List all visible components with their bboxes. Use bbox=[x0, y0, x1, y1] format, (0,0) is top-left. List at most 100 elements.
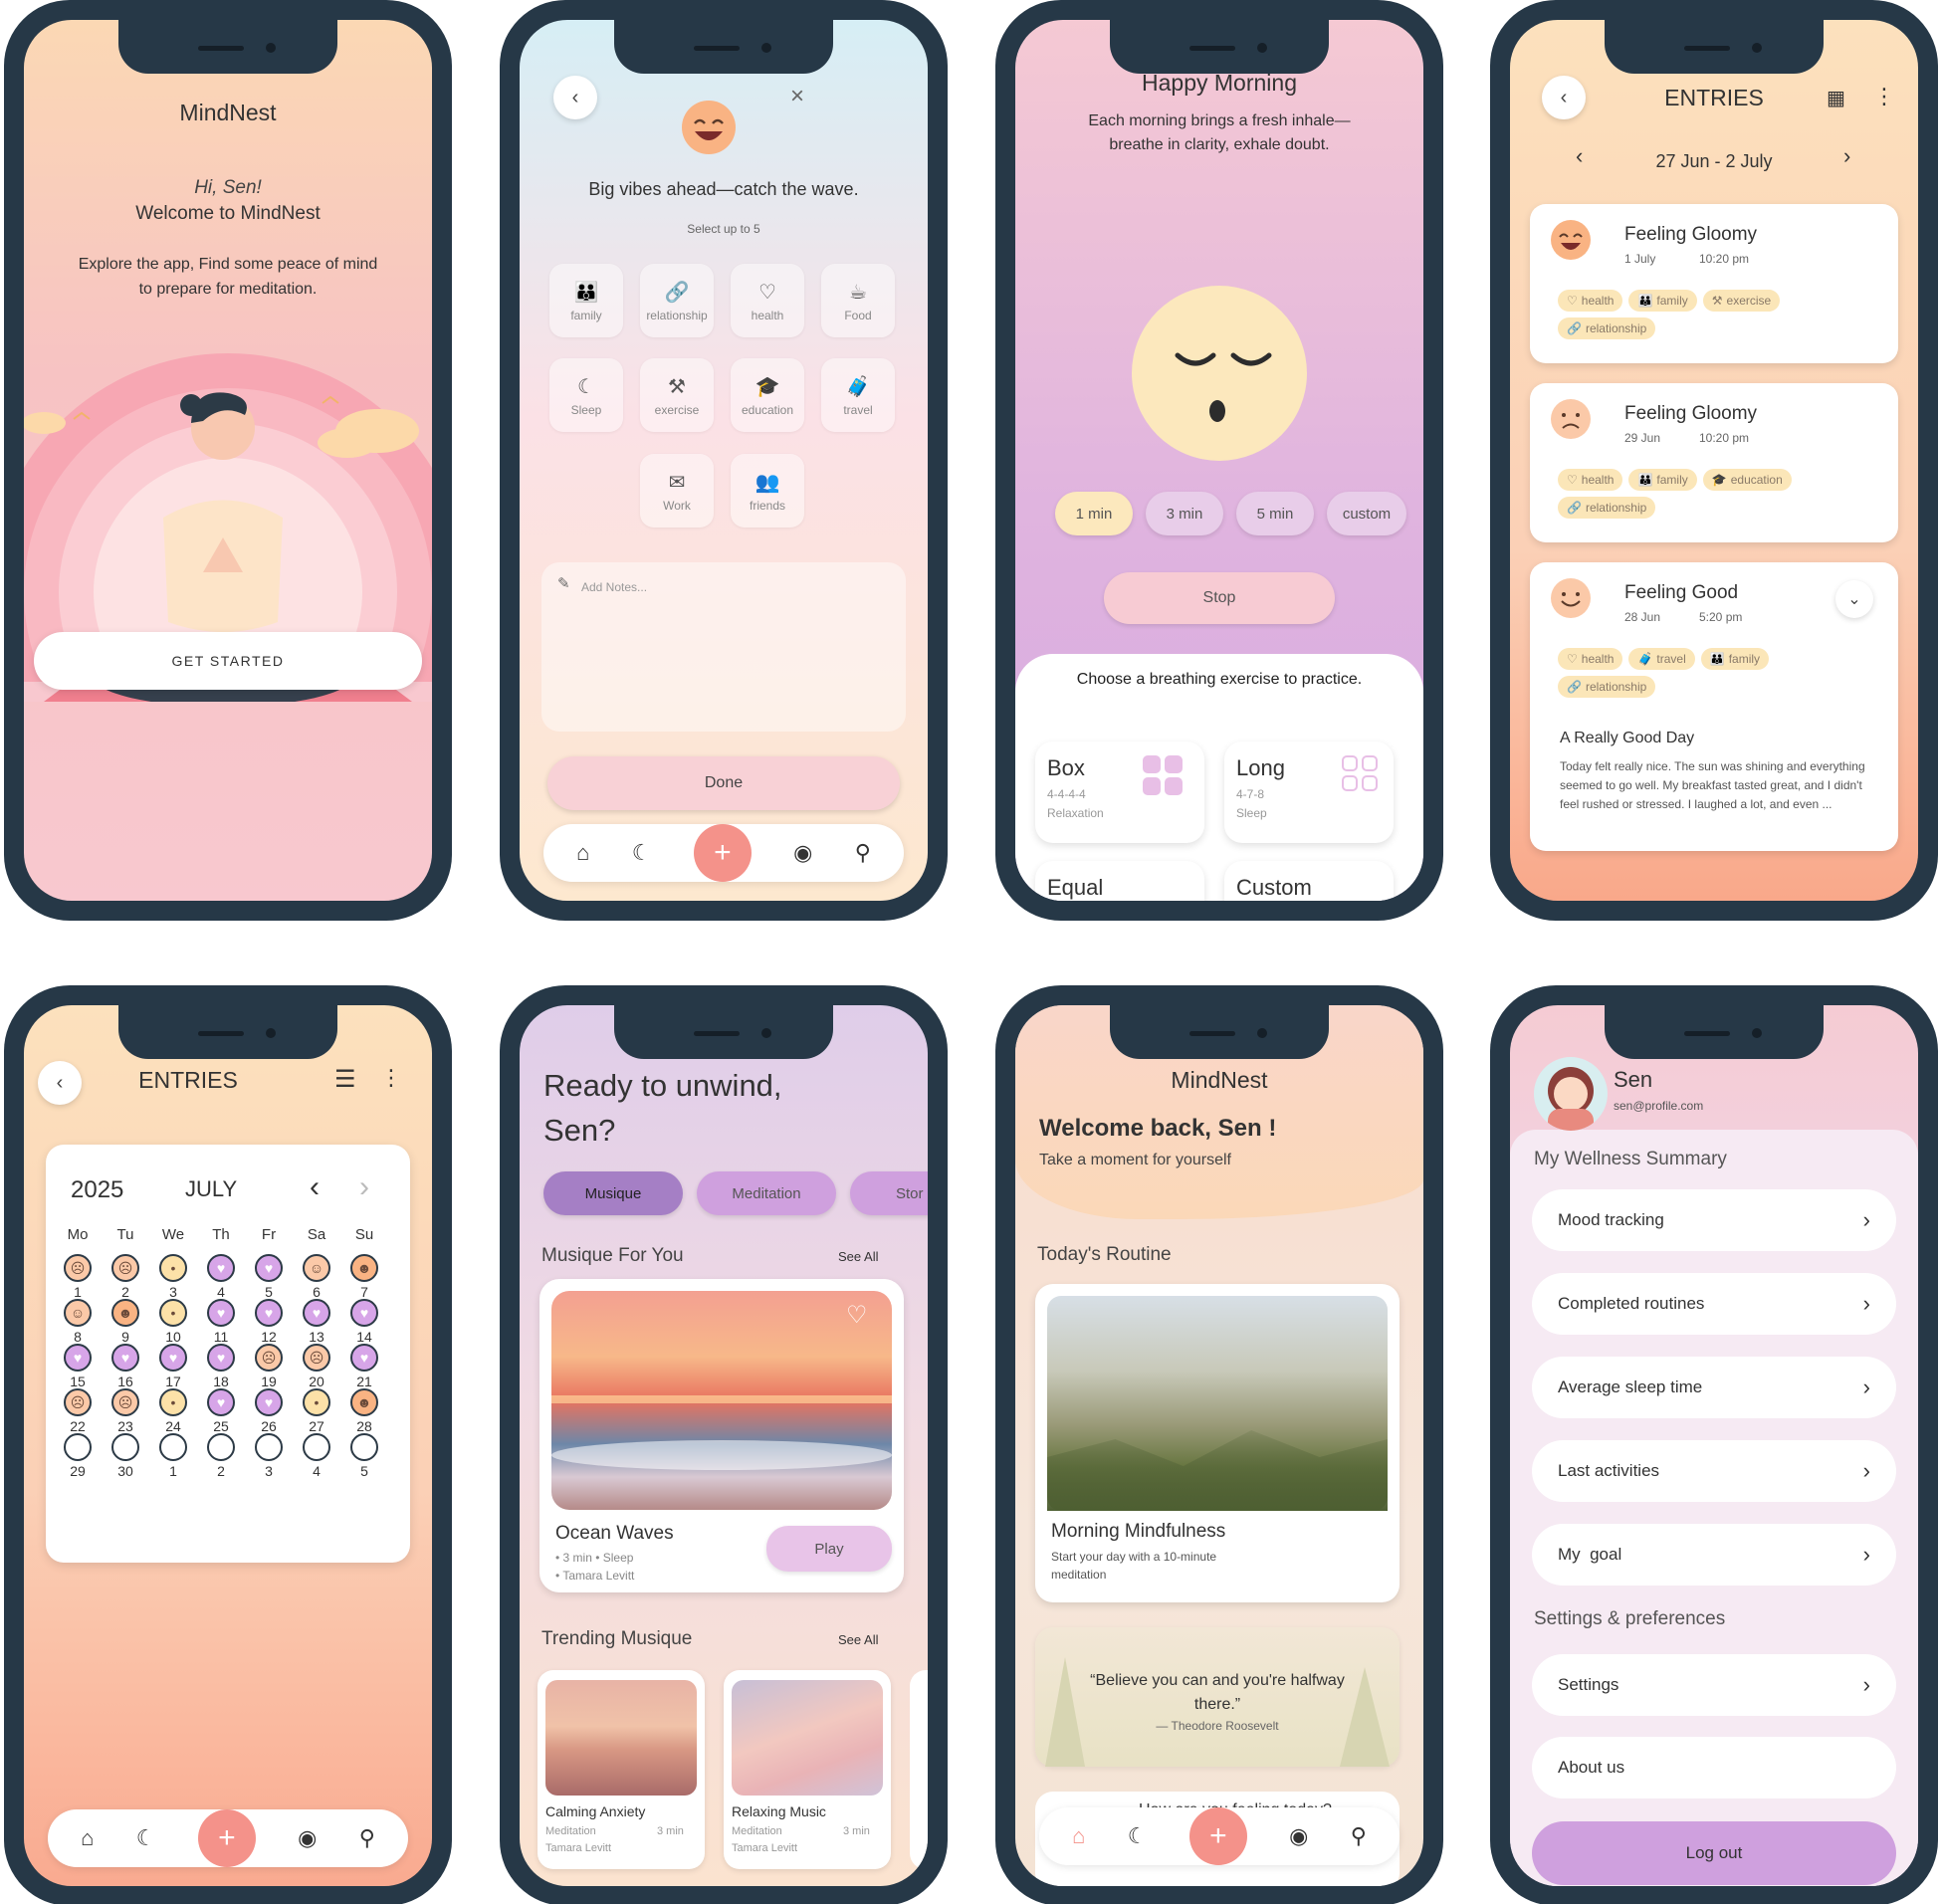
stop-button[interactable]: Stop bbox=[1104, 572, 1335, 624]
duration-1min[interactable]: 1 min bbox=[1055, 492, 1133, 535]
exercise-equal-card[interactable]: Equal bbox=[1035, 861, 1204, 901]
trending-card[interactable]: Calming Anxiety Meditation 3 min Tamara … bbox=[538, 1670, 705, 1869]
calendar-day[interactable]: ☹ 2 bbox=[102, 1254, 149, 1300]
calendar-day[interactable]: ♥ 15 bbox=[54, 1344, 102, 1389]
tile-health[interactable]: ♡ health bbox=[731, 264, 804, 337]
calendar-day[interactable]: ♥ 5 bbox=[245, 1254, 293, 1300]
calendar-day[interactable]: • 3 bbox=[149, 1254, 197, 1300]
duration-3min[interactable]: 3 min bbox=[1146, 492, 1223, 535]
more-vertical-icon[interactable]: ⋮ bbox=[1873, 84, 1895, 109]
see-all-link[interactable]: See All bbox=[838, 1249, 878, 1264]
exercise-long-card[interactable]: Long 4-7-8 Sleep bbox=[1224, 741, 1394, 843]
calendar-day[interactable]: ♥ 13 bbox=[293, 1299, 340, 1345]
routine-card[interactable]: Morning Mindfulness Start your day with … bbox=[1035, 1284, 1400, 1602]
moon-icon[interactable]: ☾ bbox=[1128, 1823, 1148, 1849]
next-week-icon[interactable]: › bbox=[1843, 143, 1850, 169]
tile-work[interactable]: ✉ Work bbox=[640, 454, 714, 528]
trending-card[interactable]: Relaxing Music Meditation 3 min Tamara L… bbox=[724, 1670, 891, 1869]
entry-card[interactable]: Feeling Gloomy 1 July 10:20 pm ♡ health 👪 f… bbox=[1530, 204, 1898, 363]
calendar-day[interactable]: 4 bbox=[293, 1433, 340, 1479]
prev-week-icon[interactable]: ‹ bbox=[1576, 143, 1583, 169]
back-button[interactable]: ‹ bbox=[553, 76, 597, 119]
search-icon[interactable]: ⚲ bbox=[1351, 1823, 1367, 1849]
calendar-day[interactable]: ♥ 17 bbox=[149, 1344, 197, 1389]
close-icon[interactable]: × bbox=[790, 83, 804, 110]
calendar-day[interactable]: 1 bbox=[149, 1433, 197, 1479]
notes-field[interactable]: ✎ Add Notes... bbox=[541, 562, 906, 732]
calendar-day[interactable]: ♥ 18 bbox=[197, 1344, 245, 1389]
menu-my-goal[interactable]: My goal › bbox=[1532, 1524, 1896, 1586]
tile-friends[interactable]: 👥 friends bbox=[731, 454, 804, 528]
entry-card[interactable]: Feeling Gloomy 29 Jun 10:20 pm ♡ health 👪 f… bbox=[1530, 383, 1898, 542]
moon-icon[interactable]: ☾ bbox=[136, 1825, 156, 1851]
calendar-day[interactable]: ♥ 21 bbox=[340, 1344, 388, 1389]
calendar-icon[interactable]: ▦ bbox=[1827, 86, 1845, 110]
music-card[interactable]: ♡ Ocean Waves • 3 min • Sleep • Tamara L… bbox=[539, 1279, 904, 1592]
profile-icon[interactable]: ◉ bbox=[298, 1825, 317, 1851]
tab-musique[interactable]: Musique bbox=[543, 1171, 683, 1215]
calendar-day[interactable]: • 24 bbox=[149, 1388, 197, 1434]
tile-exercise[interactable]: ⚒ exercise bbox=[640, 358, 714, 432]
calendar-day[interactable]: ☹ 1 bbox=[54, 1254, 102, 1300]
calendar-day[interactable]: ☹ 23 bbox=[102, 1388, 149, 1434]
play-button[interactable]: Play bbox=[766, 1526, 892, 1572]
calendar-day[interactable]: ♥ 12 bbox=[245, 1299, 293, 1345]
calendar-day[interactable]: ☹ 22 bbox=[54, 1388, 102, 1434]
calendar-day[interactable]: ♥ 26 bbox=[245, 1388, 293, 1434]
menu-about-us[interactable]: About us bbox=[1532, 1737, 1896, 1798]
calendar-day[interactable]: ♥ 14 bbox=[340, 1299, 388, 1345]
list-view-icon[interactable]: ☰ bbox=[334, 1065, 356, 1094]
home-icon[interactable]: ⌂ bbox=[81, 1825, 94, 1851]
back-button[interactable]: ‹ bbox=[1542, 76, 1586, 119]
back-button[interactable]: ‹ bbox=[38, 1061, 82, 1105]
calendar-day[interactable]: ☹ 20 bbox=[293, 1344, 340, 1389]
calendar-day[interactable]: 30 bbox=[102, 1433, 149, 1479]
duration-5min[interactable]: 5 min bbox=[1236, 492, 1314, 535]
home-icon[interactable]: ⌂ bbox=[576, 840, 589, 866]
menu-completed-routines[interactable]: Completed routines › bbox=[1532, 1273, 1896, 1335]
get-started-button[interactable]: GET STARTED bbox=[34, 632, 422, 690]
add-button[interactable]: + bbox=[1188, 1807, 1247, 1865]
calendar-day[interactable]: ♥ 25 bbox=[197, 1388, 245, 1434]
search-icon[interactable]: ⚲ bbox=[855, 840, 871, 866]
next-month-icon[interactable]: › bbox=[359, 1170, 369, 1204]
calendar-day[interactable]: 2 bbox=[197, 1433, 245, 1479]
calendar-day[interactable]: ☺ 6 bbox=[293, 1254, 340, 1300]
profile-icon[interactable]: ◉ bbox=[793, 840, 812, 866]
tile-family[interactable]: 👪 family bbox=[549, 264, 623, 337]
home-icon[interactable]: ⌂ bbox=[1072, 1823, 1085, 1849]
calendar-day[interactable]: ☻ 28 bbox=[340, 1388, 388, 1434]
tab-meditation[interactable]: Meditation bbox=[697, 1171, 836, 1215]
menu-mood-tracking[interactable]: Mood tracking › bbox=[1532, 1189, 1896, 1251]
calendar-day[interactable]: 29 bbox=[54, 1433, 102, 1479]
calendar-day[interactable]: • 27 bbox=[293, 1388, 340, 1434]
collapse-button[interactable]: ⌄ bbox=[1835, 580, 1873, 618]
moon-icon[interactable]: ☾ bbox=[632, 840, 652, 866]
search-icon[interactable]: ⚲ bbox=[359, 1825, 375, 1851]
avatar[interactable] bbox=[1534, 1057, 1608, 1131]
more-vertical-icon[interactable]: ⋮ bbox=[380, 1065, 402, 1091]
calendar-day[interactable]: ☻ 9 bbox=[102, 1299, 149, 1345]
exercise-custom-card[interactable]: Custom bbox=[1224, 861, 1394, 901]
menu-last-activities[interactable]: Last activities › bbox=[1532, 1440, 1896, 1502]
prev-month-icon[interactable]: ‹ bbox=[310, 1170, 320, 1204]
calendar-day[interactable]: ♥ 16 bbox=[102, 1344, 149, 1389]
calendar-day[interactable]: 3 bbox=[245, 1433, 293, 1479]
add-button[interactable]: + bbox=[197, 1809, 256, 1867]
tile-travel[interactable]: 🧳 travel bbox=[821, 358, 895, 432]
heart-icon[interactable]: ♡ bbox=[846, 1301, 868, 1330]
calendar-day[interactable]: ♥ 4 bbox=[197, 1254, 245, 1300]
tile-sleep[interactable]: ☾ Sleep bbox=[549, 358, 623, 432]
see-all-link[interactable]: See All bbox=[838, 1632, 878, 1647]
calendar-day[interactable]: ☻ 7 bbox=[340, 1254, 388, 1300]
exercise-box-card[interactable]: Box 4-4-4-4 Relaxation bbox=[1035, 741, 1204, 843]
logout-button[interactable]: Log out bbox=[1532, 1821, 1896, 1885]
done-button[interactable]: Done bbox=[547, 756, 900, 810]
calendar-day[interactable]: 5 bbox=[340, 1433, 388, 1479]
menu-average-sleep[interactable]: Average sleep time › bbox=[1532, 1357, 1896, 1418]
profile-icon[interactable]: ◉ bbox=[1289, 1823, 1308, 1849]
calendar-day[interactable]: ♥ 11 bbox=[197, 1299, 245, 1345]
tile-relationship[interactable]: 🔗 relationship bbox=[640, 264, 714, 337]
tab-stories[interactable]: Stor bbox=[850, 1171, 928, 1215]
calendar-day[interactable]: • 10 bbox=[149, 1299, 197, 1345]
